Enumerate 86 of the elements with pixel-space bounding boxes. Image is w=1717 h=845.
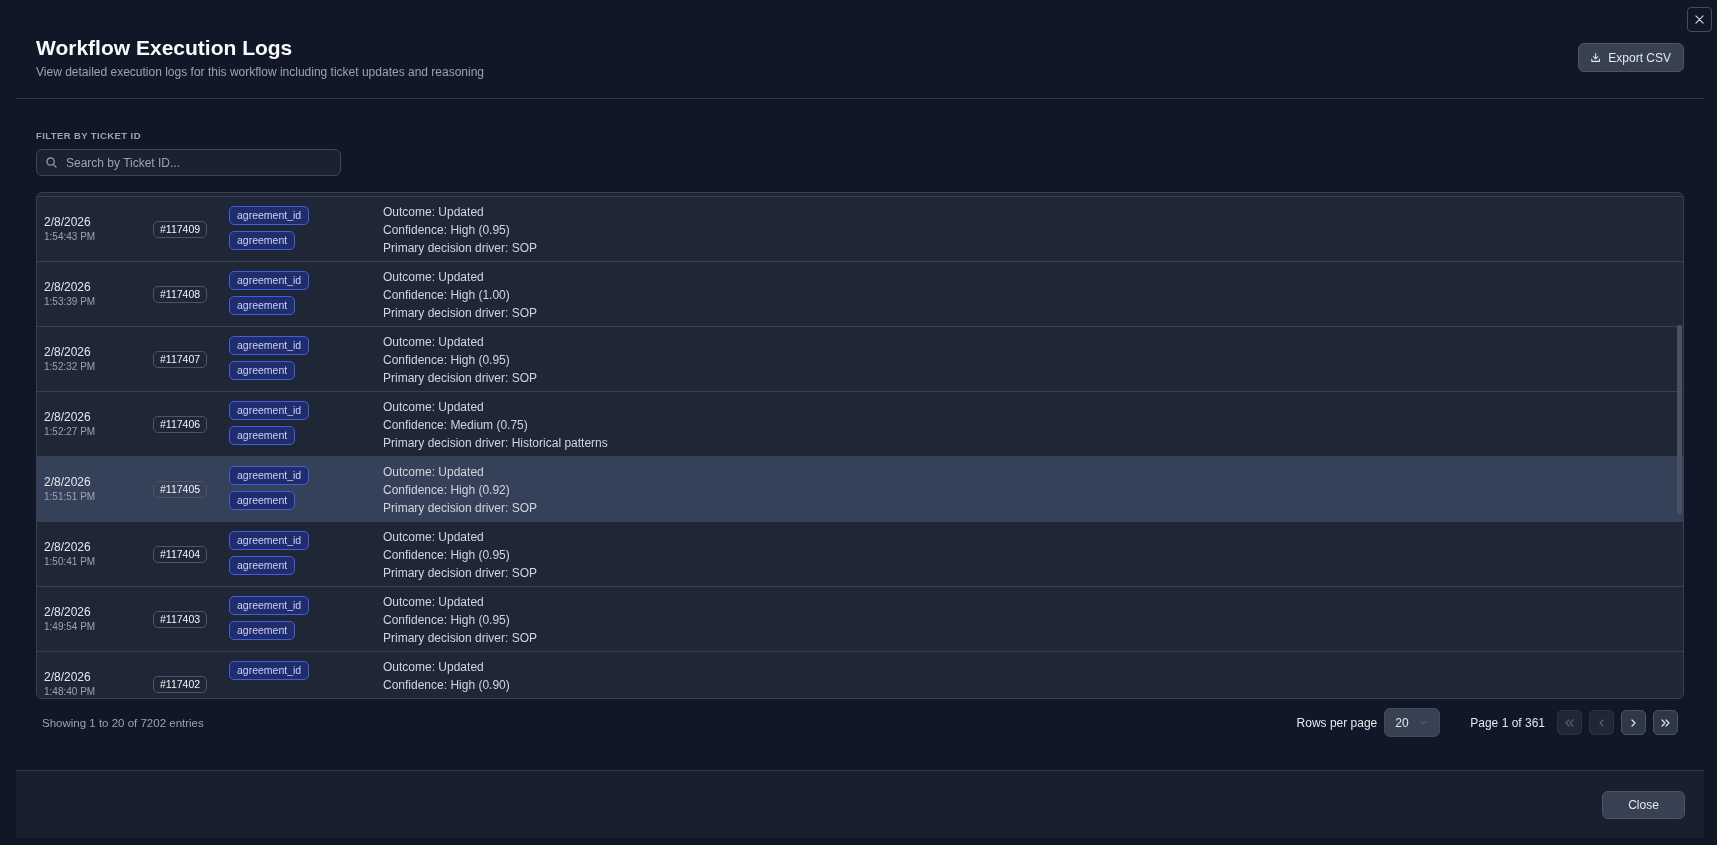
detail-line: Outcome: Updated <box>383 204 484 221</box>
next-page-button[interactable] <box>1621 710 1646 735</box>
detail-line: Outcome: Updated <box>383 399 484 416</box>
time-text: 1:54:43 PM <box>44 230 96 243</box>
detail-line: Confidence: High (1.00) <box>383 287 510 304</box>
close-icon <box>1695 15 1704 24</box>
rows-per-page-label: Rows per page <box>1296 715 1378 730</box>
ticket-badge: #117407 <box>153 351 208 368</box>
ticket-badge: #117403 <box>153 611 208 628</box>
date-text: 2/8/2026 <box>44 214 91 230</box>
date-text: 2/8/2026 <box>44 344 91 360</box>
detail-line: Outcome: Updated <box>383 594 484 611</box>
double-chevron-left-icon <box>1565 718 1574 727</box>
field-tag: agreement <box>229 491 296 510</box>
dialog-subtitle: View detailed execution logs for this workflow including ticket updates and reasoning <box>36 64 485 80</box>
detail-line: Primary decision driver: SOP <box>383 240 538 257</box>
table-row[interactable]: 2/8/2026 1:51:51 PM #117405 agreement_id agreement Outcome: Updated Confidence: High (0.92) Primary decision driver: SOP <box>37 456 1683 521</box>
field-tag: agreement_id <box>229 531 310 550</box>
detail-line: Confidence: Medium (0.75) <box>383 417 528 434</box>
field-tag: agreement_id <box>229 271 310 290</box>
detail-line: Confidence: High (0.95) <box>383 612 510 629</box>
detail-line: Primary decision driver: SOP <box>383 305 538 322</box>
date-text: 2/8/2026 <box>44 409 91 425</box>
detail-line: Confidence: High (0.95) <box>383 352 510 369</box>
time-text: 1:52:27 PM <box>44 425 96 438</box>
field-tag: agreement_id <box>229 401 310 420</box>
field-tag: agreement_id <box>229 336 310 355</box>
detail-line: Primary decision driver: SOP <box>383 370 538 387</box>
time-text: 1:53:39 PM <box>44 295 96 308</box>
detail-line: Outcome: Updated <box>383 464 484 481</box>
detail-line: Primary decision driver: Historical patterns <box>383 435 608 452</box>
search-icon <box>46 157 57 168</box>
date-text: 2/8/2026 <box>44 474 91 490</box>
last-page-button[interactable] <box>1653 710 1678 735</box>
detail-line: Outcome: Updated <box>383 269 484 286</box>
table-row[interactable]: 2/8/2026 1:48:40 PM #117402 agreement_id Outcome: Updated Confidence: High (0.90) <box>37 651 1683 698</box>
ticket-badge: #117402 <box>153 676 208 693</box>
detail-line: Confidence: High (0.95) <box>383 222 510 239</box>
field-tag: agreement_id <box>229 466 310 485</box>
close-button[interactable] <box>1687 7 1712 32</box>
field-tag: agreement <box>229 231 296 250</box>
ticket-badge: #117409 <box>153 221 208 238</box>
detail-line: Confidence: High (0.92) <box>383 482 510 499</box>
field-tag: agreement_id <box>229 206 310 225</box>
detail-line: Primary decision driver: SOP <box>383 500 538 517</box>
time-text: 1:49:54 PM <box>44 620 96 633</box>
time-text: 1:52:32 PM <box>44 360 96 373</box>
time-text: 1:51:51 PM <box>44 490 96 503</box>
double-chevron-right-icon <box>1661 718 1670 727</box>
field-tag: agreement <box>229 621 296 640</box>
detail-line: Confidence: High (0.95) <box>383 547 510 564</box>
rows-per-page-select[interactable]: 20 <box>1384 708 1441 737</box>
detail-line: Confidence: High (0.90) <box>383 677 510 694</box>
entries-summary: Showing 1 to 20 of 7202 entries <box>41 716 204 729</box>
field-tag: agreement <box>229 556 296 575</box>
field-tag: agreement <box>229 361 296 380</box>
detail-line: Primary decision driver: SOP <box>383 630 538 647</box>
dialog-title: Workflow Execution Logs <box>36 35 294 61</box>
export-button[interactable]: Export CSV <box>1578 43 1684 72</box>
field-tag: agreement <box>229 426 296 445</box>
time-text: 1:48:40 PM <box>44 685 96 698</box>
ticket-badge: #117408 <box>153 286 208 303</box>
ticket-badge: #117405 <box>153 481 208 498</box>
detail-line: Outcome: Updated <box>383 529 484 546</box>
chevron-down-icon <box>1419 720 1427 725</box>
close-button[interactable]: Close <box>1602 790 1685 819</box>
field-tag: agreement <box>229 296 296 315</box>
chevron-right-icon <box>1631 718 1636 727</box>
search-field[interactable]: Search by Ticket ID... <box>36 149 341 176</box>
download-icon <box>1591 52 1601 63</box>
date-text: 2/8/2026 <box>44 539 91 555</box>
field-tag: agreement_id <box>229 596 310 615</box>
filter-label: FILTER BY TICKET ID <box>36 129 141 142</box>
page-indicator: Page 1 of 361 <box>1470 715 1545 730</box>
date-text: 2/8/2026 <box>44 669 91 685</box>
detail-line: Outcome: Updated <box>383 334 484 351</box>
date-text: 2/8/2026 <box>44 279 91 295</box>
scrollbar-thumb[interactable] <box>1677 325 1682 514</box>
detail-line: Outcome: Updated <box>383 659 484 676</box>
chevron-left-icon <box>1599 718 1604 727</box>
date-text: 2/8/2026 <box>44 604 91 620</box>
ticket-badge: #117406 <box>153 416 208 433</box>
ticket-badge: #117404 <box>153 546 208 563</box>
detail-line: Primary decision driver: SOP <box>383 565 538 582</box>
field-tag: agreement_id <box>229 661 310 680</box>
time-text: 1:50:41 PM <box>44 555 96 568</box>
